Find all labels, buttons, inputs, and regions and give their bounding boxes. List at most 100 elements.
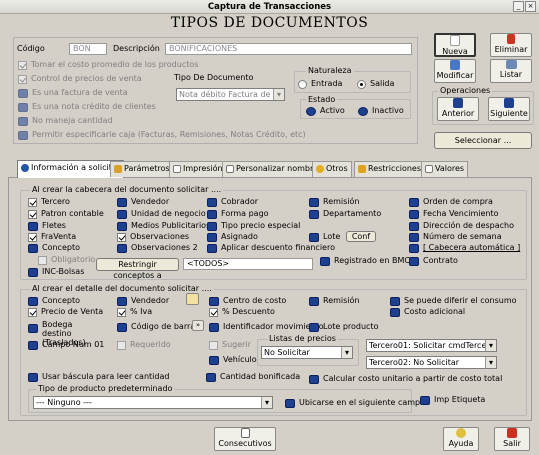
cab-obligatorio[interactable]: Obligatorio [38, 255, 95, 265]
estado-activo[interactable]: Activo [306, 106, 345, 116]
tab-informacion[interactable]: Información a solicitar [17, 160, 125, 178]
toggle[interactable] [309, 209, 319, 219]
cab-cobrador[interactable]: Cobrador [207, 197, 258, 207]
det-lote-producto[interactable]: Lote producto [309, 322, 378, 332]
tab-otros[interactable]: Otros [312, 161, 352, 177]
tab-impresion[interactable]: Impresión [169, 161, 227, 177]
cab-remision[interactable]: Remisión [309, 197, 360, 207]
nueva-button[interactable]: Nueva [434, 33, 476, 57]
tercero02-select[interactable]: Tercero02: No Solicitar [366, 356, 497, 369]
checkbox[interactable] [28, 307, 37, 317]
det-identificador[interactable]: Identificador movimiento [209, 322, 324, 332]
toggle[interactable] [207, 209, 217, 219]
cab-tipo-precio[interactable]: Tipo precio especial [207, 221, 300, 231]
ayuda-button[interactable]: Ayuda [443, 427, 479, 451]
toggle[interactable] [28, 372, 38, 382]
listar-button[interactable]: Listar [490, 59, 532, 83]
cab-concepto[interactable]: Concepto [28, 243, 80, 253]
toggle[interactable] [207, 232, 217, 242]
toggle[interactable] [209, 296, 219, 306]
barcode-options-icon[interactable]: » [192, 320, 204, 331]
toggle[interactable] [207, 243, 217, 253]
det-cantidad-bonificada[interactable]: Cantidad bonificada [206, 372, 300, 382]
det-sugerir[interactable]: Sugerir [209, 340, 251, 350]
cab-descuento-financiero[interactable]: Aplicar descuento financiero [207, 243, 335, 253]
minimize-button[interactable]: _ [513, 1, 524, 12]
toggle[interactable] [207, 197, 217, 207]
det-imp-etiqueta[interactable]: Imp Etiqueta [420, 395, 485, 405]
toggle[interactable] [358, 106, 368, 116]
toggle[interactable] [28, 340, 38, 350]
det-precio-venta[interactable]: Precio de Venta [28, 307, 103, 317]
option-costo-promedio[interactable]: Tomar el costo promedio de los productos [18, 60, 198, 70]
anterior-button[interactable]: Anterior [437, 97, 479, 121]
det-calcular-costo[interactable]: Calcular costo unitario a partir de cost… [309, 374, 502, 384]
toggle[interactable] [285, 398, 295, 408]
descripcion-field[interactable]: BONIFICACIONES [165, 43, 412, 55]
tab-valores[interactable]: Valores [421, 161, 469, 177]
toggle[interactable] [117, 296, 127, 306]
option-permitir-caja[interactable]: Permitir especificarle caja (Facturas, R… [18, 130, 306, 140]
toggle[interactable] [420, 395, 430, 405]
radio-salida[interactable]: Salida [357, 79, 394, 89]
cab-forma-pago[interactable]: Forma pago [207, 209, 269, 219]
toggle[interactable] [390, 296, 400, 306]
det-bascula[interactable]: Usar báscula para leer cantidad [28, 372, 169, 382]
cab-contrato[interactable]: Contrato [409, 256, 458, 266]
estado-inactivo[interactable]: Inactivo [358, 106, 404, 116]
option-no-cantidad[interactable]: No maneja cantidad [18, 116, 113, 126]
toggle[interactable] [117, 243, 127, 253]
cab-orden-compra[interactable]: Orden de compra [409, 197, 493, 207]
checkbox[interactable] [209, 307, 218, 317]
checkbox[interactable] [117, 340, 126, 350]
det-remision[interactable]: Remisión [309, 296, 360, 306]
toggle[interactable] [28, 221, 38, 231]
cab-fraventa[interactable]: FraVenta [28, 232, 76, 242]
cab-registrado-bmc[interactable]: Registrado en BMC [320, 256, 410, 266]
det-descuento[interactable]: % Descuento [209, 307, 275, 317]
toggle[interactable] [309, 374, 319, 384]
cab-departamento[interactable]: Departamento [309, 209, 381, 219]
cab-inc-bolsas[interactable]: INC-Bolsas [28, 267, 84, 277]
toggle[interactable] [309, 296, 319, 306]
cab-patron-contable[interactable]: Patron contable [28, 209, 104, 219]
codigo-field[interactable]: BON [69, 43, 107, 55]
toggle[interactable] [390, 307, 400, 317]
toggle[interactable] [409, 232, 419, 242]
det-codigo-barras[interactable]: Código de barras [117, 322, 199, 332]
toggle[interactable] [309, 232, 319, 242]
toggle[interactable] [309, 322, 319, 332]
toggle[interactable] [117, 209, 127, 219]
option-nota-credito[interactable]: Es una nota crédito de clientes [18, 102, 156, 112]
checkbox[interactable] [117, 307, 126, 317]
cab-vendedor[interactable]: Vendedor [117, 197, 169, 207]
siguiente-button[interactable]: Siguiente [488, 97, 530, 121]
toggle[interactable] [18, 130, 28, 140]
modificar-button[interactable]: Modificar [434, 59, 476, 83]
checkbox[interactable] [28, 232, 37, 242]
cab-cabecera-automatica[interactable]: [ Cabecera automática ] [409, 243, 520, 253]
cab-asignado[interactable]: Asignado [207, 232, 258, 242]
checkbox[interactable] [18, 74, 27, 84]
toggle[interactable] [117, 221, 127, 231]
cab-fletes[interactable]: Fletes [28, 221, 66, 231]
toggle[interactable] [209, 322, 219, 332]
toggle[interactable] [309, 197, 319, 207]
toggle[interactable] [320, 256, 330, 266]
listas-precios-select[interactable]: No Solicitar [261, 346, 353, 359]
cab-fecha-vencimiento[interactable]: Fecha Vencimiento [409, 209, 499, 219]
toggle[interactable] [409, 221, 419, 231]
det-costo-adicional[interactable]: Costo adicional [390, 307, 465, 317]
det-vehiculo[interactable]: Vehículo [209, 355, 257, 365]
toggle[interactable] [28, 267, 38, 277]
det-vendedor[interactable]: Vendedor [117, 296, 169, 306]
cab-medios-publicitarios[interactable]: Medios Publicitarios [117, 221, 210, 231]
toggle[interactable] [28, 296, 38, 306]
det-ubicarse[interactable]: Ubicarse en el siguiente campo [285, 398, 425, 408]
toggle[interactable] [18, 88, 28, 98]
conf-button[interactable]: Conf [346, 231, 376, 242]
checkbox[interactable] [209, 340, 218, 350]
checkbox[interactable] [18, 60, 27, 70]
settings-icon[interactable] [186, 293, 199, 305]
toggle[interactable] [409, 243, 419, 253]
